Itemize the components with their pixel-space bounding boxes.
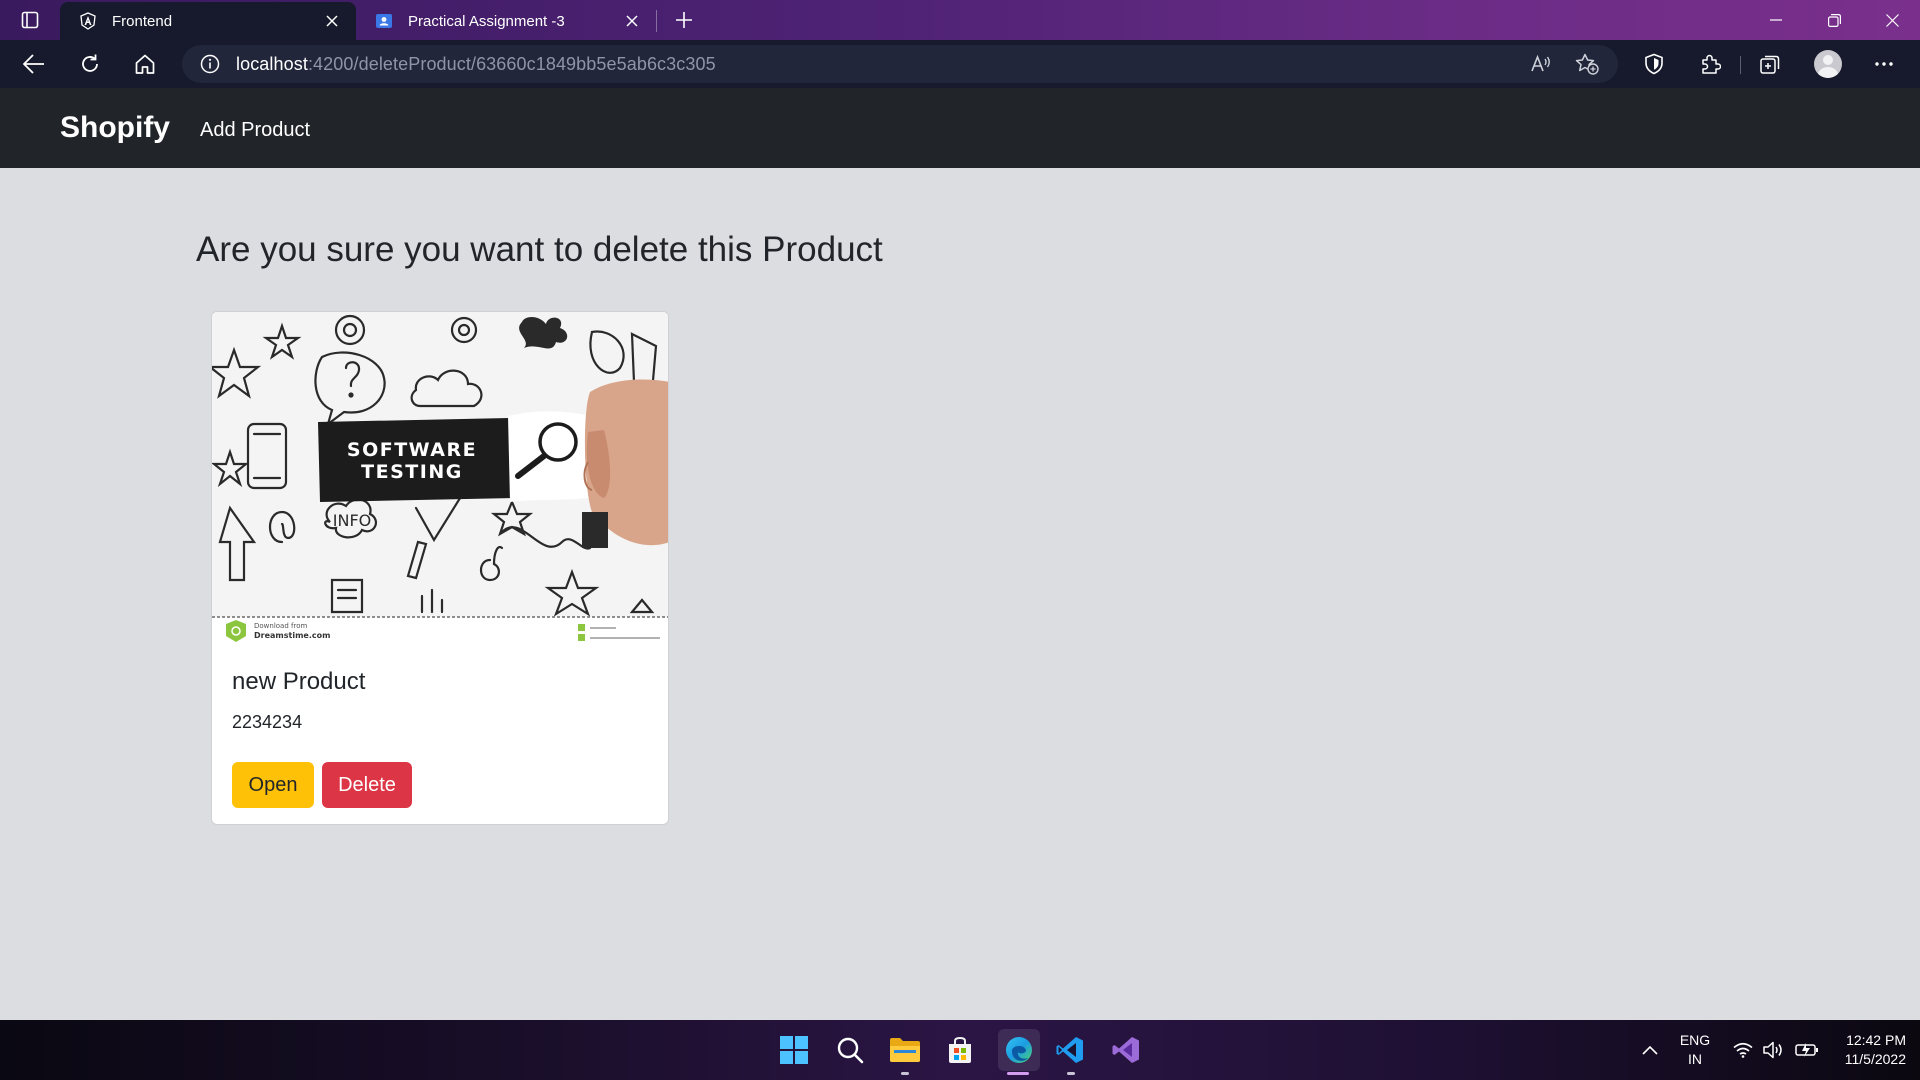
browser-essentials-button[interactable] <box>1634 46 1674 82</box>
home-button[interactable] <box>125 46 165 82</box>
puzzle-icon <box>1702 54 1721 74</box>
refresh-button[interactable] <box>70 46 110 82</box>
close-tab-icon[interactable] <box>322 11 342 31</box>
url-host: localhost <box>236 53 308 74</box>
region-code: IN <box>1688 1051 1702 1067</box>
avatar-head <box>1823 55 1833 65</box>
image-caption-line2: TESTING <box>361 461 463 483</box>
windows-taskbar: ENG IN 12:42 PM 11/5/2022 <box>0 1020 1920 1080</box>
refresh-icon <box>82 54 98 72</box>
brand-logo[interactable]: Shopify <box>60 111 170 145</box>
tab-title: Practical Assignment -3 <box>408 12 565 30</box>
restore-button[interactable] <box>1806 0 1862 40</box>
search-icon <box>837 1037 864 1064</box>
running-indicator <box>1067 1072 1075 1075</box>
edge-button[interactable] <box>998 1029 1040 1071</box>
page-heading: Are you sure you want to delete this Pro… <box>196 230 883 269</box>
tab-divider <box>656 10 657 32</box>
plus-icon <box>676 12 692 28</box>
clock-date: 11/5/2022 <box>1844 1051 1906 1067</box>
tab-actions-icon <box>21 11 39 29</box>
toolbar-divider <box>1740 56 1741 74</box>
vscode-button[interactable] <box>1052 1032 1088 1068</box>
image-source-line1: Download from <box>254 622 307 630</box>
extensions-button[interactable] <box>1690 46 1730 82</box>
tab-frontend[interactable]: Frontend <box>60 2 356 40</box>
product-price: 2234234 <box>232 712 303 732</box>
info-icon[interactable] <box>200 54 220 74</box>
language-indicator[interactable]: ENG IN <box>1674 1020 1716 1080</box>
star-add-icon <box>1575 53 1599 75</box>
shield-icon <box>1645 53 1663 75</box>
product-name: new Product <box>232 668 366 695</box>
battery-charging-icon <box>1795 1043 1818 1057</box>
show-hidden-icons-button[interactable] <box>1636 1020 1664 1080</box>
windows-logo-icon <box>780 1036 808 1064</box>
app-navbar: Shopify Add Product <box>0 88 1920 168</box>
address-bar[interactable]: localhost:4200/deleteProduct/63660c1849b… <box>182 45 1618 83</box>
wifi-icon <box>1733 1042 1753 1058</box>
store-button[interactable] <box>942 1032 978 1068</box>
browser-toolbar: localhost:4200/deleteProduct/63660c1849b… <box>0 40 1920 88</box>
new-tab-button[interactable] <box>666 6 702 34</box>
close-icon <box>1885 13 1899 27</box>
quick-settings-button[interactable] <box>1726 1020 1826 1080</box>
chevron-up-icon <box>1642 1045 1658 1055</box>
clock[interactable]: 12:42 PM 11/5/2022 <box>1830 1020 1906 1080</box>
page-content: Are you sure you want to delete this Pro… <box>0 168 1920 1020</box>
minimize-icon <box>1770 19 1782 21</box>
collections-button[interactable] <box>1750 46 1790 82</box>
folder-icon <box>890 1038 920 1062</box>
settings-more-button[interactable] <box>1864 46 1904 82</box>
visual-studio-button[interactable] <box>1108 1032 1144 1068</box>
language-code: ENG <box>1679 1032 1711 1048</box>
close-window-button[interactable] <box>1864 0 1920 40</box>
angular-icon <box>78 11 98 31</box>
collections-icon <box>1760 55 1780 74</box>
store-icon <box>949 1036 971 1063</box>
back-button[interactable] <box>14 46 54 82</box>
image-source-line2: Dreamstime.com <box>254 631 330 640</box>
nav-link-add-product[interactable]: Add Product <box>200 119 310 142</box>
visual-studio-icon <box>1112 1037 1139 1063</box>
read-aloud-button[interactable] <box>1524 49 1558 79</box>
minimize-button[interactable] <box>1748 0 1804 40</box>
product-card: SOFTWARE TESTING INFO Download from Drea… <box>211 311 669 825</box>
edge-icon <box>1006 1037 1032 1063</box>
image-info-label: INFO <box>333 511 371 530</box>
active-indicator <box>1007 1072 1029 1075</box>
close-tab-icon[interactable] <box>622 11 642 31</box>
add-favorite-button[interactable] <box>1570 49 1604 79</box>
tab-actions-button[interactable] <box>10 6 50 34</box>
image-caption-line1: SOFTWARE <box>347 439 477 461</box>
more-horizontal-icon <box>1875 62 1893 66</box>
browser-titlebar: Frontend Practical Assignment -3 <box>0 0 1920 40</box>
open-button[interactable]: Open <box>232 762 314 808</box>
start-button[interactable] <box>776 1032 812 1068</box>
url-path: :4200/deleteProduct/63660c1849bb5e5ab6c3… <box>307 53 716 74</box>
file-explorer-button[interactable] <box>887 1032 923 1068</box>
tab-practical-assignment[interactable]: Practical Assignment -3 <box>356 2 656 40</box>
arrow-left-icon <box>23 54 44 74</box>
avatar-body <box>1818 67 1838 78</box>
home-icon <box>135 54 155 74</box>
delete-button[interactable]: Delete <box>322 762 412 808</box>
url-text[interactable]: localhost:4200/deleteProduct/63660c1849b… <box>236 54 716 75</box>
tab-title: Frontend <box>112 12 173 30</box>
search-button[interactable] <box>832 1032 868 1068</box>
profile-avatar[interactable] <box>1814 50 1842 78</box>
vscode-icon <box>1056 1037 1083 1063</box>
volume-icon <box>1763 1041 1782 1059</box>
restore-icon <box>1827 13 1841 27</box>
classroom-icon <box>374 11 394 31</box>
product-image: SOFTWARE TESTING INFO Download from Drea… <box>212 312 668 647</box>
clock-time: 12:42 PM <box>1846 1032 1906 1048</box>
read-aloud-icon <box>1531 54 1550 72</box>
running-indicator <box>901 1072 909 1075</box>
